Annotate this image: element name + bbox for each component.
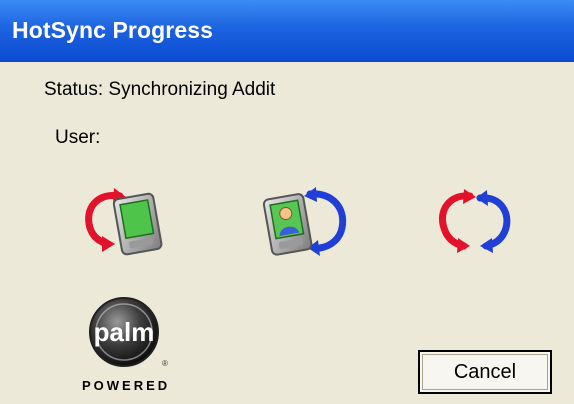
handheld-sync-icon [80, 182, 170, 262]
palm-wordmark: palm [94, 317, 155, 347]
window-title: HotSync Progress [12, 17, 213, 43]
user-label: User: [55, 127, 101, 148]
cancel-button[interactable]: Cancel [418, 350, 552, 394]
status-text: Status: Synchronizing Addit [44, 79, 276, 100]
palm-powered-tagline: POWERED [82, 378, 171, 393]
svg-text:®: ® [162, 359, 168, 368]
contacts-sync-icon [260, 182, 350, 262]
hotsync-arrows-icon [430, 182, 520, 262]
title-bar[interactable]: HotSync Progress [0, 0, 574, 62]
hotsync-progress-dialog: HotSync Progress Status: Synchronizing A… [0, 0, 574, 404]
